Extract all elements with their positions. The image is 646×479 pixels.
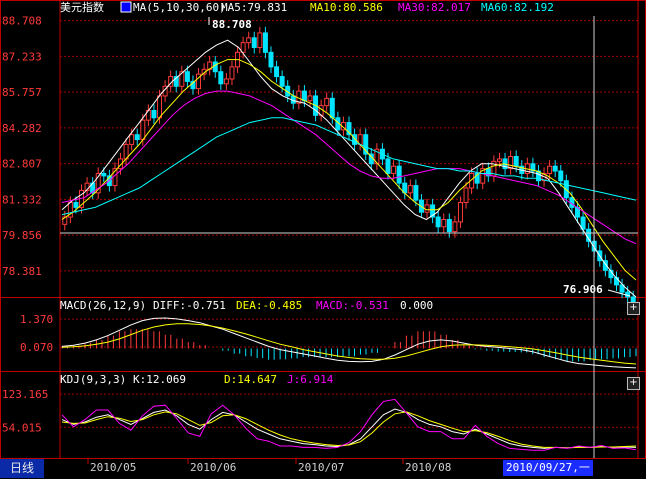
ma5-value: MA5:79.831 xyxy=(221,1,287,14)
date-axis: 2010/05 2010/06 2010/07 2010/08 xyxy=(87,459,451,474)
candle-down xyxy=(184,71,190,82)
candle-down xyxy=(212,61,218,73)
kdj-lines xyxy=(61,398,637,451)
candle-down xyxy=(413,185,419,201)
macd-expand-button[interactable]: + xyxy=(627,302,640,315)
macd-extra: 0.000 xyxy=(400,299,433,312)
chart-frame xyxy=(0,0,646,459)
candle-up xyxy=(457,202,463,223)
candlesticks xyxy=(62,26,636,308)
candle-up xyxy=(257,32,263,48)
date-tick-label: 2010/07 xyxy=(298,461,344,474)
grid-lines xyxy=(60,20,638,428)
kdj-params: KDJ(9,3,3) xyxy=(60,373,126,386)
candle-up xyxy=(508,156,514,170)
candle-down xyxy=(251,37,257,48)
candle-down xyxy=(558,170,564,182)
price-tick: 79.856 xyxy=(2,229,42,242)
kdj-tick: 54.015 xyxy=(2,421,42,434)
kdj-k: K:12.069 xyxy=(133,373,186,386)
price-tick: 85.757 xyxy=(2,86,42,99)
candle-down xyxy=(101,172,107,177)
candle-down xyxy=(134,134,140,141)
kdj-expand-button[interactable]: + xyxy=(627,377,640,390)
outer-border xyxy=(0,0,646,459)
period-tab-daily[interactable]: 日线 xyxy=(0,459,44,478)
macd-params: MACD(26,12,9) xyxy=(60,299,146,312)
candle-down xyxy=(279,76,285,87)
candle-up xyxy=(547,165,553,174)
macd-dea: DEA:-0.485 xyxy=(236,299,302,312)
candle-up xyxy=(223,78,229,85)
ma-params: MA(5,10,30,60) xyxy=(133,1,226,14)
kdj-axis: 123.165 54.015 xyxy=(2,388,48,434)
macd-value: MACD:-0.531 xyxy=(316,299,389,312)
kdj-tick: 123.165 xyxy=(2,388,48,401)
low-label: 76.906 xyxy=(563,283,603,296)
candle-up xyxy=(452,221,458,233)
candle-down xyxy=(262,32,268,53)
kdj-j: J:6.914 xyxy=(287,373,334,386)
high-marker: 88.708 xyxy=(208,17,252,31)
candle-up xyxy=(496,158,502,162)
price-tick: 81.332 xyxy=(2,193,42,206)
macd-diff: DIFF:-0.751 xyxy=(153,299,226,312)
kdj-line-j xyxy=(61,398,637,451)
candle-up xyxy=(463,187,469,204)
candle-down xyxy=(268,51,274,68)
candle-down xyxy=(301,90,307,102)
price-tick: 88.708 xyxy=(2,15,42,28)
candle-down xyxy=(446,218,452,233)
price-tick: 78.381 xyxy=(2,265,42,278)
macd-axis: 1.370 0.070 xyxy=(20,313,53,354)
price-tick: 82.807 xyxy=(2,158,42,171)
candle-up xyxy=(129,134,135,145)
candle-up xyxy=(307,95,313,102)
candle-down xyxy=(552,165,558,172)
candle-down xyxy=(513,156,519,167)
ma60-value: MA60:82.192 xyxy=(481,1,554,14)
candle-up xyxy=(140,119,146,141)
candle-down xyxy=(151,109,157,119)
candle-down xyxy=(274,66,280,78)
candle-up xyxy=(157,95,163,119)
ma30-value: MA30:82.017 xyxy=(398,1,471,14)
price-tick: 87.233 xyxy=(2,50,42,63)
date-tick-label: 2010/05 xyxy=(90,461,136,474)
price-axis: 88.708 87.233 85.757 84.282 82.807 81.332 79.8… xyxy=(2,15,42,278)
candle-up xyxy=(424,204,430,213)
date-tick-label: 2010/08 xyxy=(405,461,451,474)
candle-down xyxy=(218,71,224,85)
cursor-date-label: 2010/09/27,一 xyxy=(503,460,593,476)
candle-down xyxy=(396,165,402,184)
candle-up xyxy=(441,218,447,228)
kdj-d: D:14.647 xyxy=(224,373,277,386)
candle-up xyxy=(407,185,413,194)
candle-up xyxy=(324,97,330,107)
candle-up xyxy=(391,165,397,174)
candle-down xyxy=(73,202,79,208)
high-label: 88.708 xyxy=(212,18,252,31)
macd-tick: 0.070 xyxy=(20,341,53,354)
candle-up xyxy=(229,66,235,80)
candle-up xyxy=(246,37,252,44)
price-tick: 84.282 xyxy=(2,122,42,135)
candle-down xyxy=(385,158,391,174)
ma-settings-icon[interactable] xyxy=(120,1,132,13)
candle-down xyxy=(435,216,441,228)
macd-tick: 1.370 xyxy=(20,313,53,326)
market-chart[interactable]: 美元指数 MA(5,10,30,60) MA5:79.831 MA10:80.5… xyxy=(0,0,646,479)
candle-down xyxy=(329,97,335,119)
ma10-value: MA10:80.586 xyxy=(310,1,383,14)
date-tick-label: 2010/06 xyxy=(190,461,236,474)
chart-title: 美元指数 xyxy=(60,0,104,14)
